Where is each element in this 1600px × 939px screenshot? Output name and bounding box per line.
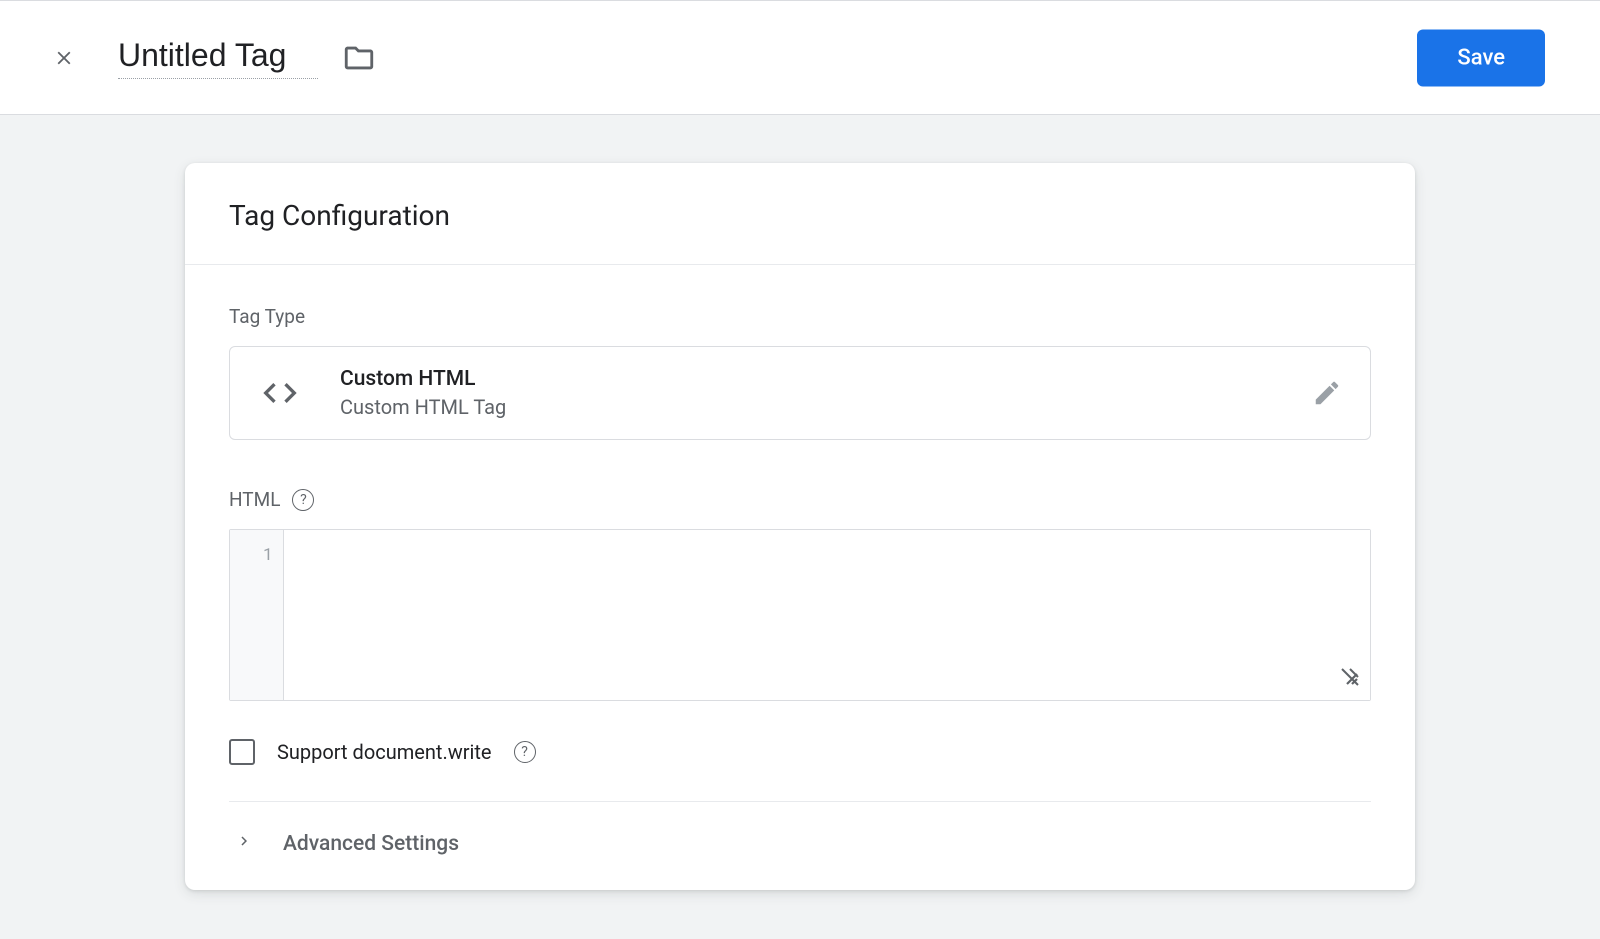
- editor-gutter: 1: [230, 530, 284, 700]
- resize-icon: [1338, 665, 1362, 689]
- header-bar: Save: [0, 0, 1600, 115]
- html-label-row: HTML ?: [229, 488, 1371, 511]
- card-body: Tag Type Custom HTML Custom HTML Tag HTM…: [185, 265, 1415, 890]
- tag-type-subtitle: Custom HTML Tag: [340, 395, 1312, 419]
- line-number: 1: [240, 542, 273, 565]
- folder-button[interactable]: [342, 41, 376, 75]
- close-button[interactable]: [50, 44, 78, 72]
- advanced-settings-toggle[interactable]: Advanced Settings: [229, 802, 1371, 890]
- tag-title-input[interactable]: [118, 37, 318, 79]
- pencil-icon: [1312, 378, 1342, 408]
- html-code-editor[interactable]: 1: [229, 529, 1371, 701]
- folder-icon: [342, 41, 376, 75]
- support-docwrite-row: Support document.write ?: [229, 739, 1371, 802]
- advanced-settings-label: Advanced Settings: [283, 832, 459, 856]
- resize-handle[interactable]: [1338, 665, 1362, 694]
- code-icon: [258, 371, 302, 415]
- support-docwrite-label: Support document.write: [277, 740, 492, 764]
- content-area: Tag Configuration Tag Type Custom HTML C…: [0, 115, 1600, 890]
- tag-type-label: Tag Type: [229, 305, 1371, 328]
- tag-type-name: Custom HTML: [340, 367, 1312, 391]
- html-label: HTML: [229, 488, 280, 511]
- tag-type-selector[interactable]: Custom HTML Custom HTML Tag: [229, 346, 1371, 440]
- save-button[interactable]: Save: [1417, 29, 1545, 86]
- card-header: Tag Configuration: [185, 163, 1415, 265]
- close-icon: [53, 47, 75, 69]
- card-title: Tag Configuration: [229, 199, 1371, 232]
- code-textarea[interactable]: [284, 530, 1370, 700]
- chevron-right-icon: [235, 832, 253, 856]
- edit-tag-type-button[interactable]: [1312, 378, 1342, 408]
- tag-type-text: Custom HTML Custom HTML Tag: [340, 367, 1312, 419]
- tag-config-card: Tag Configuration Tag Type Custom HTML C…: [185, 163, 1415, 890]
- support-docwrite-checkbox[interactable]: [229, 739, 255, 765]
- html-help-icon[interactable]: ?: [292, 489, 314, 511]
- docwrite-help-icon[interactable]: ?: [514, 741, 536, 763]
